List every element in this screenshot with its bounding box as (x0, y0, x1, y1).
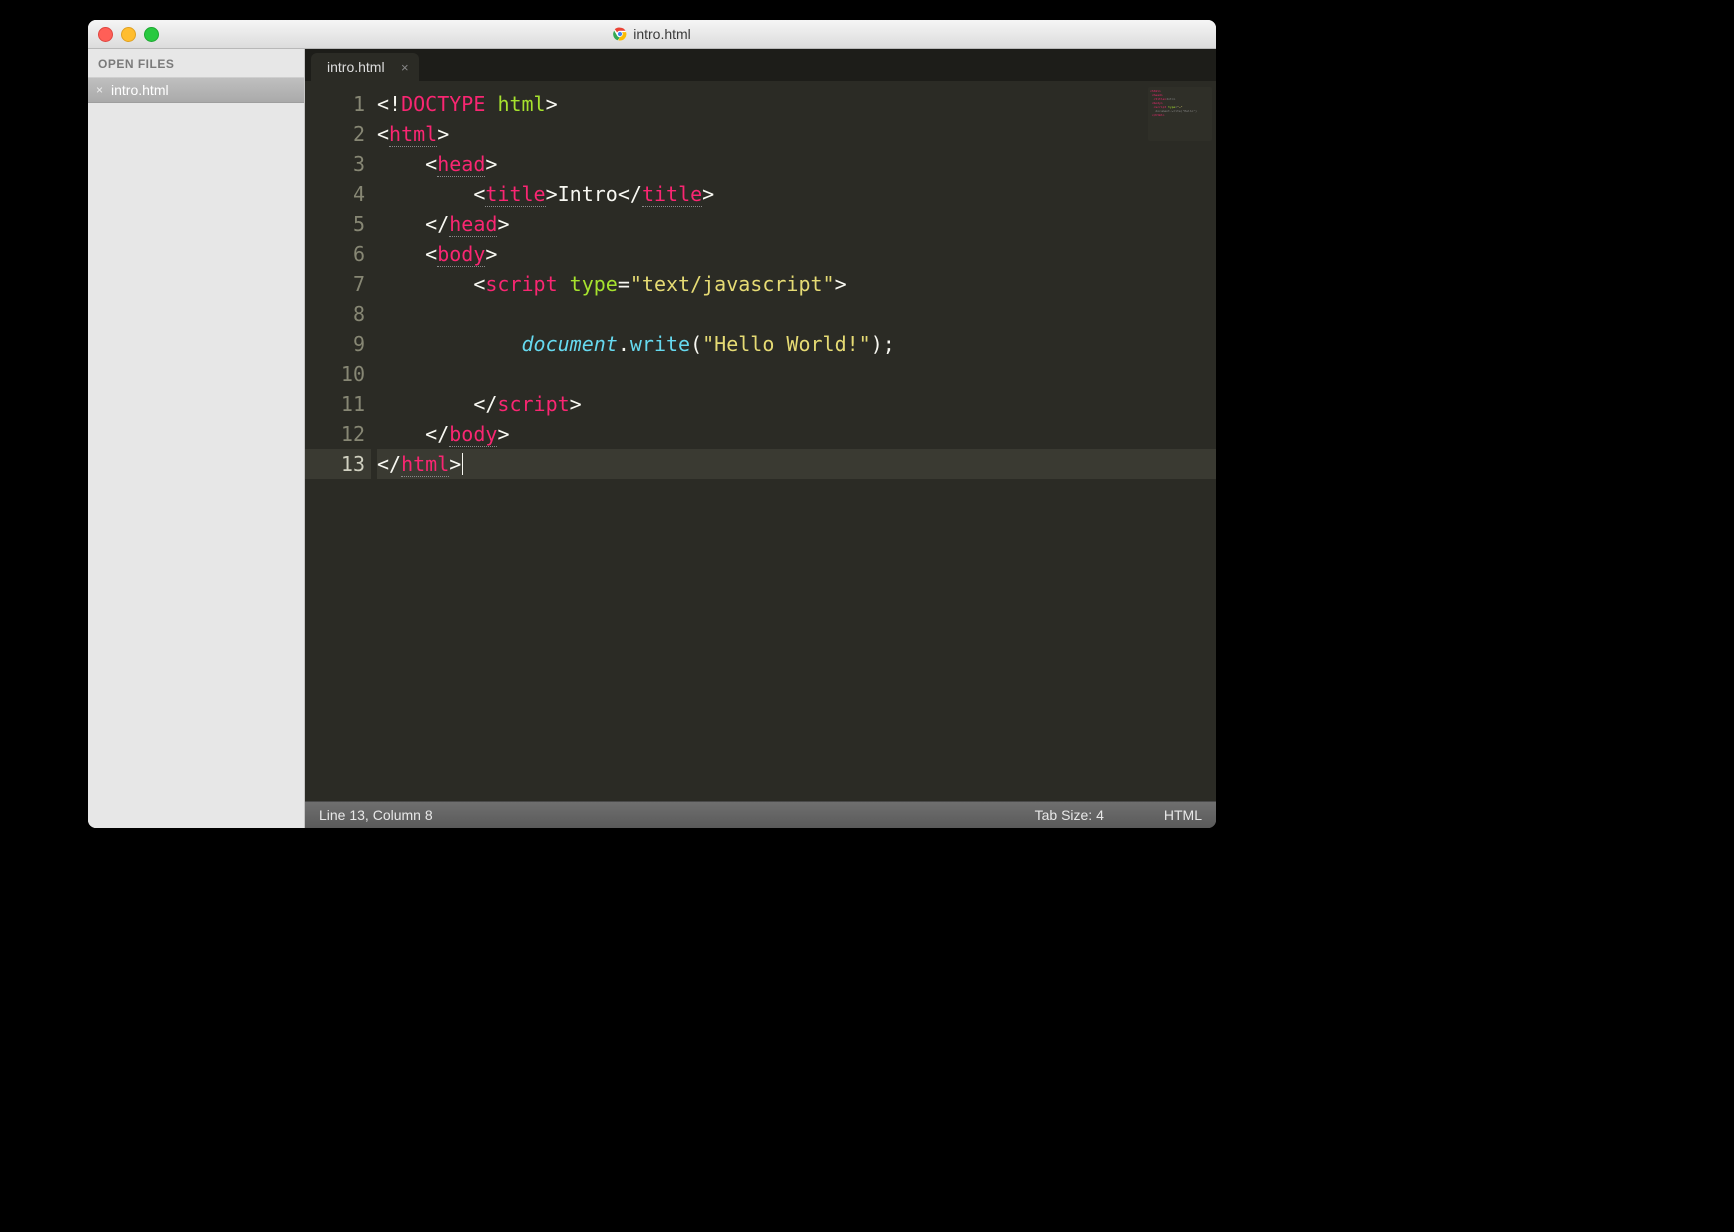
open-files-header: OPEN FILES (88, 49, 304, 77)
close-window-button[interactable] (98, 27, 113, 42)
sidebar: OPEN FILES × intro.html (88, 49, 305, 828)
titlebar[interactable]: intro.html (88, 20, 1216, 49)
syntax-indicator[interactable]: HTML (1164, 807, 1202, 823)
tab-size-indicator[interactable]: Tab Size: 4 (1035, 807, 1104, 823)
cursor-position[interactable]: Line 13, Column 8 (319, 807, 433, 823)
minimap[interactable]: <html> <head> <title>Intro <body> <scrip… (1148, 87, 1212, 141)
window-title: intro.html (88, 26, 1216, 42)
zoom-window-button[interactable] (144, 27, 159, 42)
tab-intro-html[interactable]: intro.html × (311, 53, 419, 81)
code-editor[interactable]: 12345678910111213 <!DOCTYPE html><html> … (305, 81, 1216, 801)
tab-bar: intro.html × (305, 49, 1216, 81)
close-file-icon[interactable]: × (96, 83, 103, 97)
traffic-lights (98, 27, 159, 42)
line-gutter: 12345678910111213 (305, 81, 377, 801)
minimize-window-button[interactable] (121, 27, 136, 42)
editor-window: intro.html OPEN FILES × intro.html intro… (88, 20, 1216, 828)
open-file-name: intro.html (111, 82, 169, 98)
status-bar: Line 13, Column 8 Tab Size: 4 HTML (305, 801, 1216, 828)
open-file-item[interactable]: × intro.html (88, 77, 304, 103)
code-content[interactable]: <!DOCTYPE html><html> <head> <title>Intr… (377, 81, 1216, 801)
window-title-text: intro.html (633, 26, 691, 42)
chrome-icon (613, 27, 627, 41)
tab-label: intro.html (327, 59, 385, 75)
close-tab-icon[interactable]: × (401, 60, 409, 75)
